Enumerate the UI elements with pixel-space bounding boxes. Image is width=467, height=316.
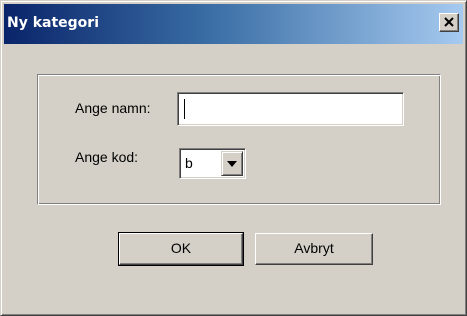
code-dropdown[interactable]: b (179, 148, 246, 179)
window-title: Ny kategori (7, 15, 100, 31)
chevron-down-icon (227, 161, 237, 167)
cancel-button[interactable]: Avbryt (255, 233, 373, 265)
text-caret (184, 99, 185, 119)
name-label: Ange namn: (75, 100, 151, 116)
code-selected-value: b (185, 155, 193, 171)
title-bar[interactable]: Ny kategori (4, 4, 463, 44)
close-button[interactable] (439, 13, 459, 32)
close-icon (444, 17, 454, 27)
code-label: Ange kod: (75, 149, 139, 165)
dropdown-button[interactable] (221, 151, 243, 176)
ok-button[interactable]: OK (118, 232, 244, 266)
name-input[interactable] (177, 92, 404, 126)
dialog-window: Ny kategori Ange namn: Ange kod: b OK Av… (0, 0, 467, 316)
